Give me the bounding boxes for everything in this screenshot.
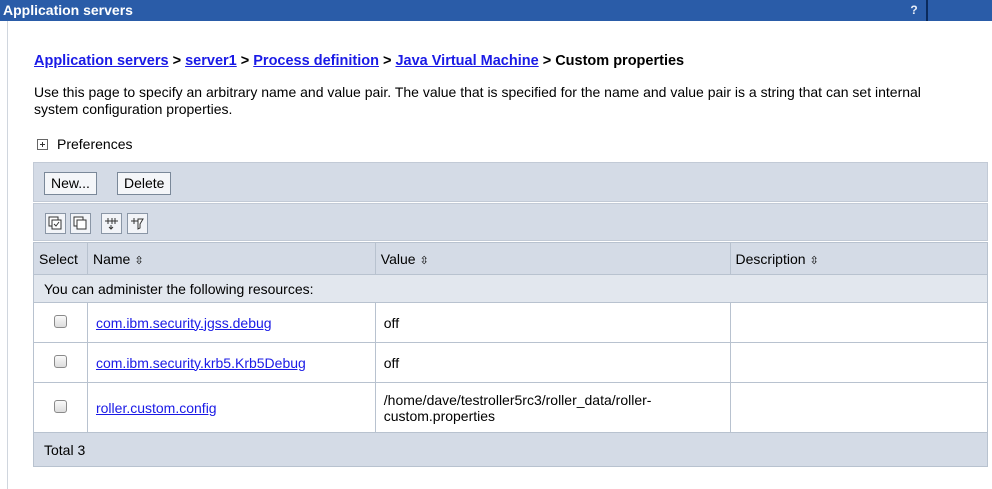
preferences-label: Preferences bbox=[57, 136, 133, 152]
clear-filter-icon[interactable] bbox=[127, 213, 148, 234]
preferences-toggle[interactable]: Preferences bbox=[37, 136, 132, 152]
breadcrumb-process-definition[interactable]: Process definition bbox=[253, 53, 379, 69]
total-label: Total 3 bbox=[33, 432, 988, 467]
breadcrumb-server1[interactable]: server1 bbox=[185, 53, 237, 69]
property-name-link[interactable]: com.ibm.security.jgss.debug bbox=[96, 315, 272, 331]
breadcrumb: Application servers > server1 > Process … bbox=[34, 53, 684, 69]
table-header-row: Select Name ⇳ Value ⇳ Description ⇳ bbox=[33, 242, 989, 275]
select-cell bbox=[33, 382, 88, 433]
sort-icon[interactable]: ⇳ bbox=[420, 255, 429, 267]
row-checkbox[interactable] bbox=[53, 314, 67, 328]
sort-icon[interactable]: ⇳ bbox=[134, 255, 143, 267]
property-name-link[interactable]: roller.custom.config bbox=[96, 400, 217, 416]
title-bar-separator bbox=[926, 0, 928, 21]
custom-properties-panel: New... Delete Select Name ⇳ Value ⇳ Descri… bbox=[33, 162, 989, 486]
delete-button[interactable]: Delete bbox=[117, 172, 172, 195]
description-cell bbox=[729, 302, 989, 343]
title-bar-label: Application servers bbox=[3, 2, 133, 18]
breadcrumb-separator: > bbox=[382, 53, 392, 69]
expand-icon[interactable] bbox=[37, 138, 48, 150]
select-all-icon[interactable] bbox=[45, 213, 66, 234]
column-header-description[interactable]: Description ⇳ bbox=[729, 242, 989, 275]
total-row: Total 3 bbox=[33, 432, 988, 467]
description-cell bbox=[729, 382, 989, 433]
table-row: com.ibm.security.krb5.Krb5Debug off bbox=[33, 342, 989, 383]
new-button[interactable]: New... bbox=[44, 172, 97, 195]
left-frame-edge bbox=[0, 21, 8, 489]
deselect-all-icon[interactable] bbox=[70, 213, 91, 234]
breadcrumb-current: Custom properties bbox=[555, 53, 685, 69]
name-cell: roller.custom.config bbox=[86, 382, 376, 433]
sort-icon[interactable]: ⇳ bbox=[810, 255, 819, 267]
property-name-link[interactable]: com.ibm.security.krb5.Krb5Debug bbox=[96, 355, 306, 371]
table-row: com.ibm.security.jgss.debug off bbox=[33, 302, 989, 343]
section-row: You can administer the following resourc… bbox=[33, 274, 988, 303]
breadcrumb-separator: > bbox=[240, 53, 250, 69]
breadcrumb-separator: > bbox=[542, 53, 552, 69]
value-cell: off bbox=[374, 302, 731, 343]
properties-table: Select Name ⇳ Value ⇳ Description ⇳ You can… bbox=[33, 242, 989, 467]
title-bar: Application servers ? bbox=[0, 0, 992, 21]
icon-toolbar bbox=[33, 203, 988, 241]
show-filter-icon[interactable] bbox=[101, 213, 122, 234]
help-icon[interactable]: ? bbox=[902, 0, 926, 21]
section-label: You can administer the following resourc… bbox=[33, 274, 988, 303]
value-cell: off bbox=[374, 342, 731, 383]
row-checkbox[interactable] bbox=[53, 399, 67, 413]
column-header-select: Select bbox=[33, 242, 88, 275]
breadcrumb-application-servers[interactable]: Application servers bbox=[34, 53, 169, 69]
name-cell: com.ibm.security.jgss.debug bbox=[86, 302, 376, 343]
description-cell bbox=[729, 342, 989, 383]
column-header-value[interactable]: Value ⇳ bbox=[374, 242, 731, 275]
name-cell: com.ibm.security.krb5.Krb5Debug bbox=[86, 342, 376, 383]
column-header-name[interactable]: Name ⇳ bbox=[86, 242, 376, 275]
select-cell bbox=[33, 302, 88, 343]
breadcrumb-separator: > bbox=[172, 53, 182, 69]
page-description: Use this page to specify an arbitrary na… bbox=[34, 84, 921, 117]
value-cell: /home/dave/testroller5rc3/roller_data/ro… bbox=[374, 382, 731, 433]
button-bar: New... Delete bbox=[33, 162, 988, 202]
table-row: roller.custom.config /home/dave/testroll… bbox=[33, 382, 989, 433]
breadcrumb-java-virtual-machine[interactable]: Java Virtual Machine bbox=[395, 53, 538, 69]
row-checkbox[interactable] bbox=[53, 354, 67, 368]
select-cell bbox=[33, 342, 88, 383]
